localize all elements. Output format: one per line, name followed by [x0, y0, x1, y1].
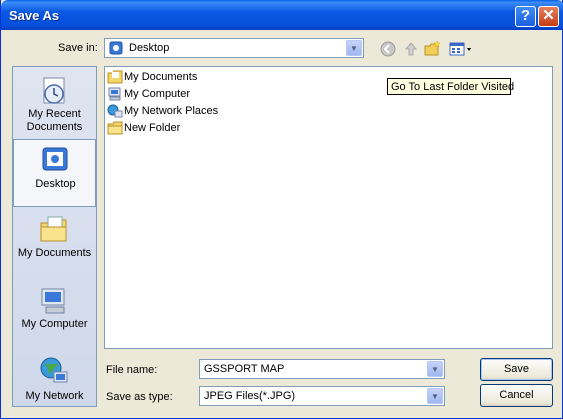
my-documents-icon	[38, 214, 70, 246]
back-icon[interactable]	[379, 40, 397, 58]
save-in-value: Desktop	[129, 42, 170, 54]
title-bar[interactable]: Save As ? ✕	[1, 0, 563, 30]
file-name: My Computer	[124, 88, 191, 100]
file-name-value: GSSPORT MAP	[204, 363, 285, 375]
close-button[interactable]: ✕	[538, 6, 559, 27]
file-name: My Documents	[124, 71, 198, 83]
my-computer-icon	[107, 87, 123, 101]
place-my-network[interactable]: My Network	[13, 352, 96, 420]
chevron-down-icon[interactable]: ▼	[427, 361, 443, 377]
place-label: My Computer	[21, 318, 88, 330]
tooltip: Go To Last Folder Visited	[387, 78, 514, 95]
save-as-type-label: Save as type:	[106, 391, 173, 403]
folder-icon	[107, 121, 123, 135]
place-label: My Documents	[17, 247, 92, 259]
save-button[interactable]: Save	[480, 358, 553, 381]
file-name-label: File name:	[106, 364, 158, 376]
save-as-type-value: JPEG Files(*.JPG)	[204, 390, 296, 402]
chevron-down-icon[interactable]: ▼	[427, 388, 443, 404]
places-bar: My Recent Documents Desktop My Documents…	[12, 66, 97, 407]
place-my-documents[interactable]: My Documents	[13, 210, 96, 278]
desktop-icon	[39, 144, 71, 176]
save-as-type-dropdown[interactable]: JPEG Files(*.JPG) ▼	[199, 386, 445, 406]
place-label: Desktop	[35, 178, 76, 190]
views-menu-icon[interactable]	[449, 40, 475, 58]
file-list[interactable]: My Documents My Computer My Network Plac…	[104, 66, 553, 349]
recent-documents-icon	[38, 75, 70, 107]
up-folder-icon[interactable]	[402, 40, 420, 58]
place-label: My Recent Documents	[26, 108, 83, 133]
my-network-icon	[38, 356, 70, 388]
place-desktop[interactable]: Desktop	[13, 139, 96, 207]
chevron-down-icon[interactable]: ▼	[346, 40, 362, 56]
save-as-dialog: Save As ? ✕ Save in: Desktop ▼ My Recent…	[0, 0, 563, 419]
place-label: My Network	[25, 390, 84, 402]
network-places-icon	[107, 104, 123, 118]
save-in-label: Save in:	[58, 42, 98, 54]
file-name: My Network Places	[124, 105, 219, 117]
my-documents-icon	[107, 70, 123, 84]
cancel-button[interactable]: Cancel	[480, 384, 553, 407]
window-title: Save As	[9, 8, 60, 23]
save-in-dropdown[interactable]: Desktop ▼	[104, 38, 364, 58]
help-button[interactable]: ?	[515, 6, 536, 27]
new-folder-icon[interactable]	[424, 40, 442, 58]
place-my-computer[interactable]: My Computer	[13, 281, 96, 349]
file-name-field[interactable]: GSSPORT MAP ▼	[199, 359, 445, 379]
place-my-recent-documents[interactable]: My Recent Documents	[13, 71, 96, 139]
file-name: New Folder	[124, 122, 181, 134]
my-computer-icon	[38, 285, 70, 317]
desktop-icon	[109, 41, 123, 55]
